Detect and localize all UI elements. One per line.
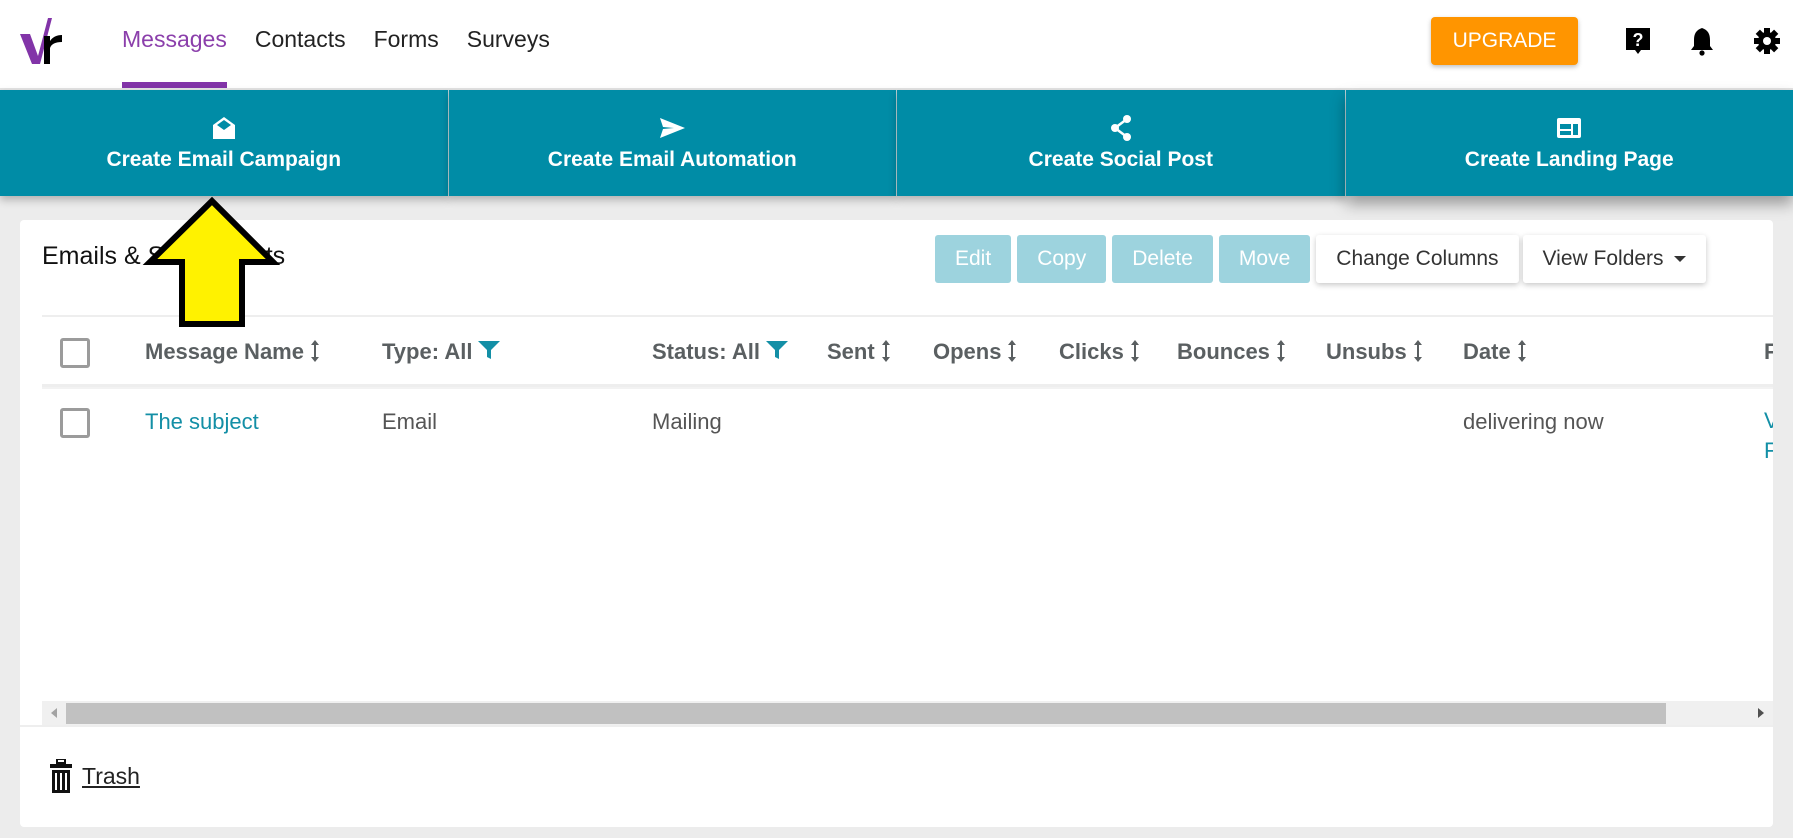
nav-forms[interactable]: Forms bbox=[374, 0, 439, 88]
paper-plane-icon bbox=[660, 118, 686, 138]
create-landing-page-tile[interactable]: Create Landing Page bbox=[1345, 90, 1793, 196]
scroll-left-icon[interactable] bbox=[42, 701, 66, 725]
col-message-name[interactable]: Message Name bbox=[145, 322, 320, 382]
tile-label: Create Landing Page bbox=[1464, 148, 1674, 171]
toolbar: Edit Copy Delete Move Change Columns Vie… bbox=[935, 235, 1710, 283]
sort-icon[interactable] bbox=[881, 340, 891, 362]
sort-icon[interactable] bbox=[310, 340, 320, 362]
trash-link[interactable]: Trash bbox=[50, 759, 140, 793]
col-bounces[interactable]: Bounces bbox=[1177, 322, 1286, 382]
col-type[interactable]: Type: All bbox=[382, 322, 501, 382]
tile-label: Create Social Post bbox=[1028, 148, 1213, 171]
col-sent[interactable]: Sent bbox=[827, 322, 891, 382]
gear-icon[interactable] bbox=[1753, 26, 1781, 56]
message-name-link[interactable]: The subject bbox=[145, 392, 259, 452]
row-action-link[interactable]: V bbox=[1764, 406, 1773, 436]
col-truncated: F bbox=[1764, 339, 1773, 364]
col-unsubs[interactable]: Unsubs bbox=[1326, 322, 1423, 382]
create-email-campaign-tile[interactable]: Create Email Campaign bbox=[0, 90, 449, 196]
filter-icon[interactable] bbox=[765, 341, 788, 359]
row-actions: V F bbox=[1764, 392, 1773, 463]
scrollbar-thumb[interactable] bbox=[66, 703, 1666, 724]
copy-button[interactable]: Copy bbox=[1017, 235, 1107, 283]
sort-icon[interactable] bbox=[1276, 340, 1286, 362]
svg-text:?: ? bbox=[1633, 30, 1644, 50]
col-date[interactable]: Date bbox=[1463, 322, 1527, 382]
row-action-link[interactable]: F bbox=[1764, 436, 1773, 466]
main-nav: Messages Contacts Forms Surveys bbox=[122, 0, 578, 88]
col-clicks[interactable]: Clicks bbox=[1059, 322, 1140, 382]
view-folders-label: View Folders bbox=[1542, 247, 1664, 270]
divider bbox=[20, 725, 1773, 727]
header-divider bbox=[42, 384, 1773, 389]
message-date: delivering now bbox=[1463, 409, 1604, 434]
nav-surveys[interactable]: Surveys bbox=[467, 0, 550, 88]
sort-icon[interactable] bbox=[1130, 340, 1140, 362]
upgrade-button[interactable]: UPGRADE bbox=[1431, 17, 1578, 65]
create-tiles: Create Email Campaign Create Email Autom… bbox=[0, 88, 1793, 196]
message-type: Email bbox=[382, 409, 438, 434]
delete-button[interactable]: Delete bbox=[1112, 235, 1213, 283]
row-checkbox[interactable] bbox=[60, 408, 90, 438]
sort-icon[interactable] bbox=[1413, 340, 1423, 362]
nav-contacts[interactable]: Contacts bbox=[255, 0, 346, 88]
bell-icon[interactable] bbox=[1688, 26, 1716, 56]
create-email-automation-tile[interactable]: Create Email Automation bbox=[448, 90, 897, 196]
col-opens[interactable]: Opens bbox=[933, 322, 1017, 382]
col-status[interactable]: Status: All bbox=[652, 322, 788, 382]
tile-label: Create Email Automation bbox=[547, 148, 797, 171]
move-button[interactable]: Move bbox=[1218, 235, 1311, 283]
tile-label: Create Email Campaign bbox=[106, 148, 342, 171]
change-columns-button[interactable]: Change Columns bbox=[1316, 235, 1519, 283]
sort-icon[interactable] bbox=[1007, 340, 1017, 362]
edit-button[interactable]: Edit bbox=[935, 235, 1012, 283]
select-all-checkbox[interactable] bbox=[60, 338, 90, 368]
trash-label: Trash bbox=[82, 762, 140, 789]
messages-card: Emails & Social Posts Edit Copy Delete M… bbox=[20, 220, 1773, 827]
table-row: The subject Email Mailing delivering now… bbox=[42, 392, 1773, 463]
table-header: Message Name Type: All Status: All Sent … bbox=[42, 322, 1773, 382]
card-title: Emails & Social Posts bbox=[42, 242, 286, 270]
view-folders-button[interactable]: View Folders bbox=[1522, 235, 1706, 283]
message-status: Mailing bbox=[652, 409, 722, 434]
messages-table: Message Name Type: All Status: All Sent … bbox=[42, 317, 1773, 627]
create-social-post-tile[interactable]: Create Social Post bbox=[897, 90, 1346, 196]
share-icon bbox=[1110, 115, 1131, 141]
caret-down-icon bbox=[1673, 256, 1686, 263]
sort-icon[interactable] bbox=[1517, 340, 1527, 362]
filter-icon[interactable] bbox=[478, 341, 501, 359]
envelope-open-icon bbox=[212, 117, 235, 139]
horizontal-scrollbar[interactable] bbox=[42, 701, 1773, 725]
help-icon[interactable]: ? bbox=[1624, 26, 1652, 56]
top-bar: Messages Contacts Forms Surveys UPGRADE … bbox=[0, 0, 1793, 88]
nav-messages[interactable]: Messages bbox=[122, 0, 227, 88]
scroll-right-icon[interactable] bbox=[1749, 701, 1773, 725]
web-layout-icon bbox=[1557, 118, 1582, 138]
vr-logo[interactable] bbox=[18, 14, 66, 66]
trash-icon bbox=[50, 759, 72, 793]
